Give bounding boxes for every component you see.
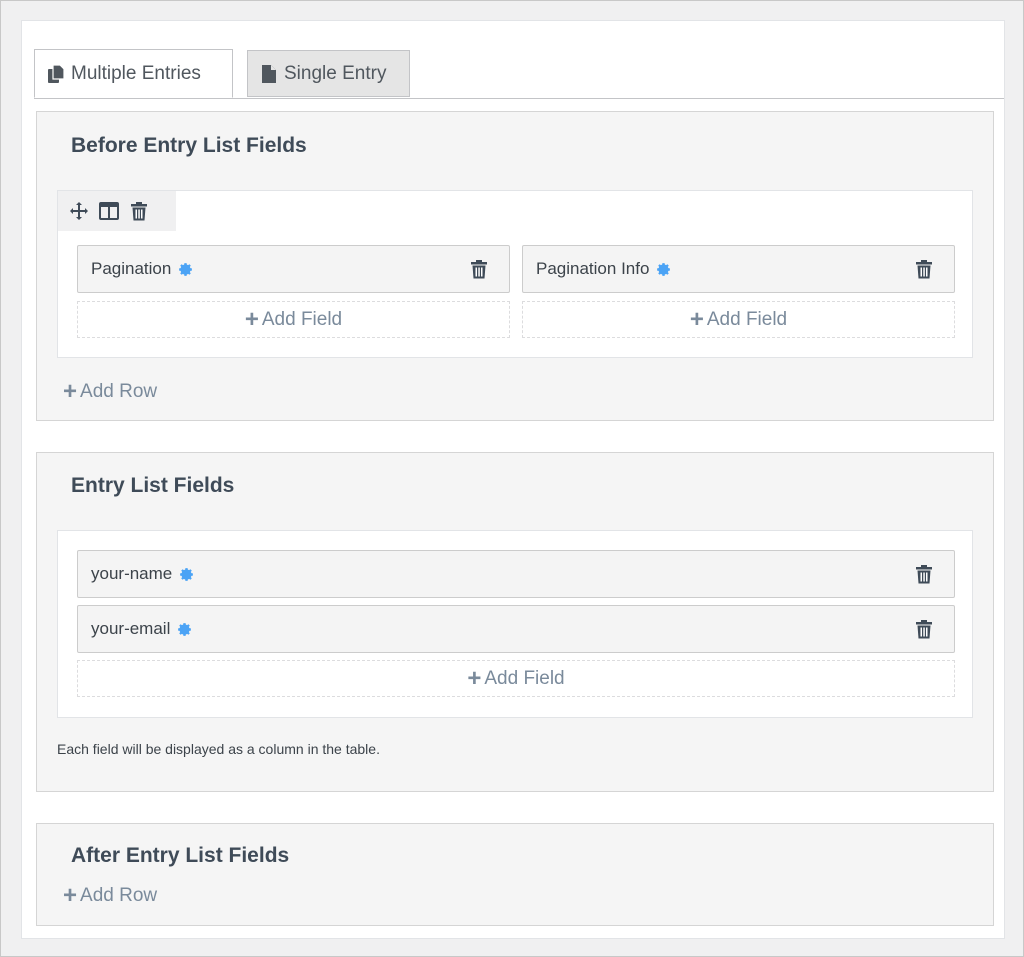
field-label: Pagination Info (536, 259, 650, 278)
gear-icon[interactable] (178, 566, 195, 583)
gear-icon[interactable] (177, 261, 194, 278)
section-title: Before Entry List Fields (71, 134, 307, 157)
trash-icon[interactable] (916, 565, 932, 584)
add-field-label: Add Field (261, 308, 343, 330)
add-field-label: Add Field (706, 308, 788, 330)
section-title: After Entry List Fields (71, 844, 290, 867)
section-after-entry-list: After Entry List Fields + Add Row (36, 823, 994, 926)
trash-icon[interactable] (916, 620, 932, 639)
tab-label: Multiple Entries (71, 62, 201, 84)
add-row-label: Add Row (80, 381, 158, 402)
trash-icon[interactable] (916, 260, 932, 279)
field-your-email[interactable]: your-email (77, 605, 955, 653)
plus-icon: + (467, 664, 482, 692)
field-label: your-email (91, 619, 171, 638)
section-before-entry-list: Before Entry List Fields Pagination + Ad… (36, 111, 994, 421)
add-field-button[interactable]: + Add Field (522, 301, 955, 338)
tab-multiple-entries[interactable]: Multiple Entries (34, 49, 233, 98)
add-field-button[interactable]: + Add Field (77, 301, 510, 338)
section-entry-list: Entry List Fields your-name your-email +… (36, 452, 994, 792)
add-row-button[interactable]: + Add Row (63, 380, 157, 404)
field-pagination[interactable]: Pagination (77, 245, 510, 293)
trash-icon[interactable] (471, 260, 487, 279)
tab-bar: Multiple Entries Single Entry (34, 49, 1004, 99)
plus-icon: + (63, 882, 78, 909)
field-label: Pagination (91, 259, 172, 278)
plus-icon: + (63, 378, 78, 405)
field-your-name[interactable]: your-name (77, 550, 955, 598)
columns-icon[interactable] (98, 200, 120, 222)
gear-icon[interactable] (655, 261, 672, 278)
gear-icon[interactable] (176, 621, 193, 638)
copy-icon (48, 63, 65, 83)
view-editor-card: Multiple Entries Single Entry Before Ent… (21, 20, 1005, 939)
add-row-button[interactable]: + Add Row (63, 884, 157, 908)
field-pagination-info[interactable]: Pagination Info (522, 245, 955, 293)
add-field-button[interactable]: + Add Field (77, 660, 955, 697)
delete-row-icon[interactable] (128, 200, 150, 222)
add-row-label: Add Row (80, 885, 158, 906)
row-toolbar (58, 191, 176, 231)
tab-label: Single Entry (284, 62, 387, 84)
row-container: Pagination + Add Field Pagination Info +… (57, 190, 973, 358)
move-icon[interactable] (68, 200, 90, 222)
plus-icon: + (689, 305, 704, 333)
help-note: Each field will be displayed as a column… (57, 741, 380, 757)
section-title: Entry List Fields (71, 474, 235, 497)
add-field-label: Add Field (484, 667, 565, 689)
field-label: your-name (91, 564, 173, 583)
row-container: your-name your-email + Add Field (57, 530, 973, 718)
file-icon (262, 64, 276, 83)
tab-single-entry[interactable]: Single Entry (247, 50, 410, 97)
plus-icon: + (244, 305, 259, 333)
